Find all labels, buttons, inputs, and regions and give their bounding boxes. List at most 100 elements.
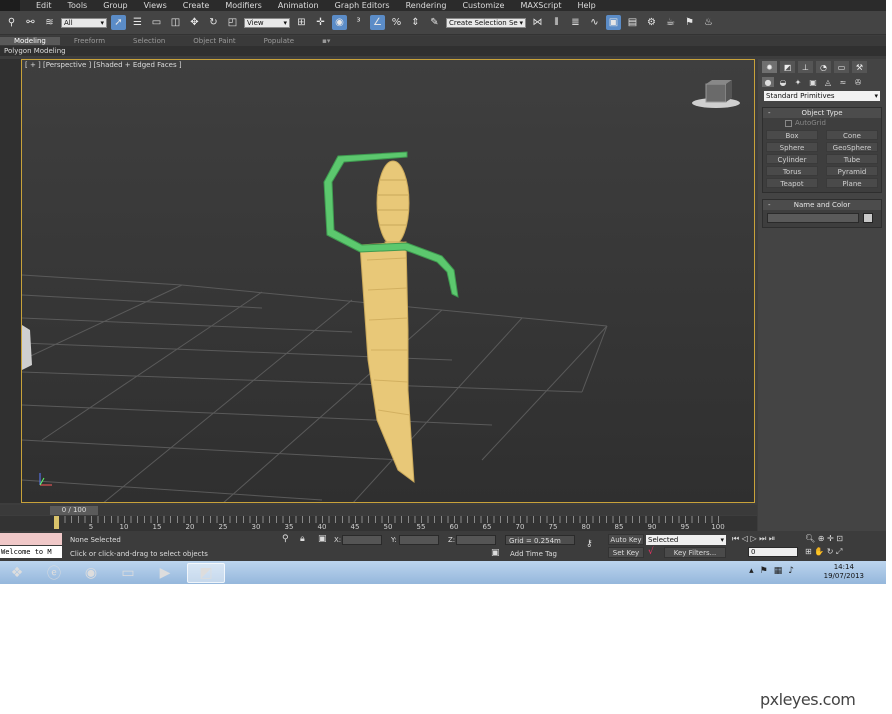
y-coordinate-field[interactable] [399, 535, 439, 545]
current-frame-field[interactable]: 0 [748, 547, 798, 557]
tab-selection[interactable]: Selection [119, 37, 179, 45]
link-icon[interactable]: ⚲ [4, 15, 19, 30]
absolute-mode-icon[interactable]: ▣ [318, 534, 327, 544]
tab-populate[interactable]: Populate [250, 37, 308, 45]
tab-object-paint[interactable]: Object Paint [179, 37, 249, 45]
select-object-icon[interactable]: ➚ [111, 15, 126, 30]
selection-filter-dropdown[interactable]: All ▾ [61, 17, 107, 28]
geometry-icon[interactable]: ● [762, 77, 774, 87]
tab-modeling[interactable]: Modeling [0, 37, 60, 45]
select-manipulate-icon[interactable]: ✛ [313, 15, 328, 30]
layer-icon[interactable]: ≣ [568, 15, 583, 30]
network-icon[interactable]: ▦ [774, 566, 783, 576]
move-icon[interactable]: ✥ [187, 15, 202, 30]
ribbon-panel-label[interactable]: Polygon Modeling [4, 47, 66, 55]
key-filter-icon[interactable]: √ [648, 547, 654, 557]
shapes-icon[interactable]: ◒ [777, 77, 789, 87]
key-set-dropdown[interactable]: Selected ▾ [646, 535, 726, 545]
angle-snap-icon[interactable]: ∠ [370, 15, 385, 30]
x-coordinate-field[interactable] [342, 535, 382, 545]
plane-button[interactable]: Plane [826, 178, 878, 188]
keyboard-shortcut-icon[interactable]: ◉ [332, 15, 347, 30]
snap-icon[interactable]: ³ [351, 15, 366, 30]
menu-rendering[interactable]: Rendering [406, 1, 447, 10]
menu-help[interactable]: Help [578, 1, 596, 10]
menu-views[interactable]: Views [144, 1, 167, 10]
scale-icon[interactable]: ◰ [225, 15, 240, 30]
motion-tab-icon[interactable]: ◔ [816, 61, 831, 73]
pyramid-button[interactable]: Pyramid [826, 166, 878, 176]
torus-button[interactable]: Torus [766, 166, 818, 176]
time-slider[interactable]: 0 / 100 [50, 505, 98, 515]
bind-space-warp-icon[interactable]: ≋ [42, 15, 57, 30]
3ds-max-taskbar-icon[interactable]: ◩ [187, 562, 225, 583]
render-setup-icon[interactable]: ⚙ [644, 15, 659, 30]
auto-key-button[interactable]: Auto Key [608, 534, 644, 545]
reference-coordinate-dropdown[interactable]: View ▾ [244, 17, 290, 28]
action-center-icon[interactable]: ⚑ [760, 566, 768, 576]
rect-region-icon[interactable]: ▭ [149, 15, 164, 30]
viewport-orbit-icons[interactable]: ⊞ ✋ ↻ ⤢ [805, 547, 842, 557]
viewport-navigation-icons[interactable]: 🔍︎ ⊕ ✛ ⊡ [805, 534, 843, 543]
space-warps-icon[interactable]: ≈ [837, 77, 849, 87]
primitive-category-dropdown[interactable]: Standard Primitives ▾ [764, 91, 880, 101]
sword-blade[interactable] [359, 241, 415, 484]
edit-named-sets-icon[interactable]: ✎ [427, 15, 442, 30]
tray-arrow-icon[interactable]: ▴ [749, 566, 754, 576]
select-by-name-icon[interactable]: ☰ [130, 15, 145, 30]
align-icon[interactable]: ⫴ [549, 15, 564, 30]
teapot-render-icon[interactable]: ♨ [701, 15, 716, 30]
chrome-icon[interactable]: ◉ [76, 563, 106, 583]
lights-icon[interactable]: ✦ [792, 77, 804, 87]
unlink-icon[interactable]: ⚯ [23, 15, 38, 30]
add-time-tag[interactable]: Add Time Tag [510, 550, 557, 558]
cameras-icon[interactable]: ▣ [807, 77, 819, 87]
menu-edit[interactable]: Edit [36, 1, 52, 10]
internet-explorer-icon[interactable]: ⓔ [39, 563, 69, 583]
menu-animation[interactable]: Animation [278, 1, 319, 10]
menu-customize[interactable]: Customize [462, 1, 504, 10]
menu-tools[interactable]: Tools [68, 1, 88, 10]
systems-icon[interactable]: ✇ [852, 77, 864, 87]
render-icon[interactable]: ⚑ [682, 15, 697, 30]
time-tag-icon[interactable]: ▣ [491, 548, 500, 558]
maxscript-listener-top[interactable] [0, 533, 62, 545]
create-tab-icon[interactable]: ✹ [762, 61, 777, 73]
menu-graph-editors[interactable]: Graph Editors [335, 1, 390, 10]
ribbon-options-icon[interactable]: ▪▾ [308, 37, 344, 45]
teapot-button[interactable]: Teapot [766, 178, 818, 188]
key-filters-button[interactable]: Key Filters... [664, 547, 726, 558]
schematic-icon[interactable]: ▣ [606, 15, 621, 30]
autogrid-checkbox[interactable]: AutoGrid [763, 118, 881, 127]
object-color-swatch[interactable] [863, 213, 873, 223]
percent-snap-icon[interactable]: % [389, 15, 404, 30]
material-editor-icon[interactable]: ▤ [625, 15, 640, 30]
window-crossing-icon[interactable]: ◫ [168, 15, 183, 30]
tab-freeform[interactable]: Freeform [60, 37, 119, 45]
tube-button[interactable]: Tube [826, 154, 878, 164]
mirror-icon[interactable]: ⋈ [530, 15, 545, 30]
key-icon[interactable]: ⚷ [586, 539, 593, 549]
taskbar-clock[interactable]: 14:14 19/07/2013 [824, 563, 864, 581]
spinner-snap-icon[interactable]: ⇕ [408, 15, 423, 30]
object-type-header[interactable]: - Object Type [763, 108, 881, 118]
cylinder-button[interactable]: Cylinder [766, 154, 818, 164]
cone-button[interactable]: Cone [826, 130, 878, 140]
set-key-button[interactable]: Set Key [608, 547, 644, 558]
start-button-icon[interactable]: ❖ [2, 563, 32, 583]
media-player-icon[interactable]: ▶ [150, 563, 180, 583]
z-coordinate-field[interactable] [456, 535, 496, 545]
named-selection-dropdown[interactable]: Create Selection Se ▾ [446, 17, 526, 28]
sword-handle[interactable] [376, 160, 410, 251]
file-explorer-icon[interactable]: ▭ [113, 563, 143, 583]
menu-group[interactable]: Group [103, 1, 127, 10]
utilities-tab-icon[interactable]: ⚒ [852, 61, 867, 73]
viewcube-icon[interactable] [692, 80, 740, 108]
modify-tab-icon[interactable]: ◩ [780, 61, 795, 73]
maxscript-mini-listener[interactable]: Welcome to M [0, 546, 62, 558]
pivot-icon[interactable]: ⊞ [294, 15, 309, 30]
volume-icon[interactable]: ♪ [788, 566, 794, 576]
menu-create[interactable]: Create [183, 1, 210, 10]
perspective-viewport[interactable]: [ + ] [Perspective ] [Shaded + Edged Fac… [21, 59, 755, 503]
helpers-icon[interactable]: ◬ [822, 77, 834, 87]
